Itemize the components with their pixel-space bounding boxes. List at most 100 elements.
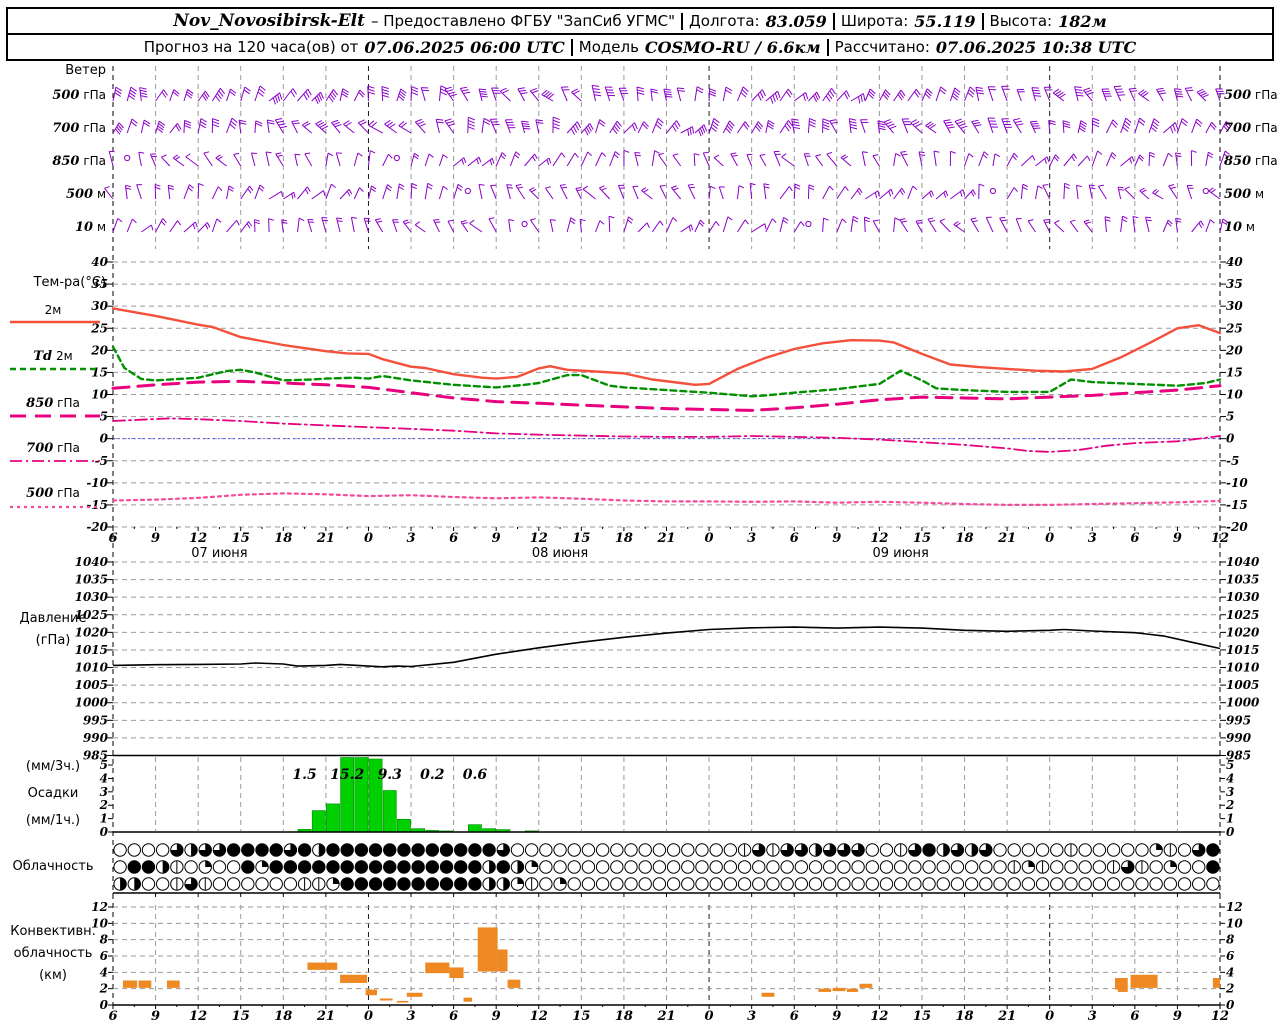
separator <box>832 12 835 30</box>
svg-text:990: 990 <box>1226 731 1252 745</box>
separator <box>570 38 573 56</box>
svg-text:6: 6 <box>449 1009 458 1024</box>
svg-text:21: 21 <box>316 1009 335 1024</box>
svg-text:21: 21 <box>656 531 675 546</box>
svg-text:9: 9 <box>1173 1009 1182 1024</box>
svg-text:12: 12 <box>870 1009 888 1024</box>
svg-text:0: 0 <box>1045 1009 1054 1024</box>
svg-text:5: 5 <box>1226 758 1234 772</box>
calculated-time: 07.06.2025 10:38 UTC <box>935 37 1137 57</box>
svg-text:15.2: 15.2 <box>330 767 364 783</box>
svg-text:1040: 1040 <box>75 555 109 569</box>
svg-text:18: 18 <box>615 1009 633 1024</box>
svg-text:3: 3 <box>1226 785 1234 799</box>
header-row-1: Nov_Novosibirsk-Elt – Предоставлено ФГБУ… <box>8 9 1272 33</box>
pressure-unit-label: (гПа) <box>35 633 71 648</box>
svg-text:1.5: 1.5 <box>292 767 316 783</box>
svg-text:9: 9 <box>151 1009 160 1024</box>
model-resolution: / 6.6км <box>755 37 821 57</box>
svg-text:30: 30 <box>1226 299 1243 313</box>
svg-text:8: 8 <box>1226 933 1235 947</box>
svg-text:25: 25 <box>90 321 108 335</box>
precip-3h-label: (мм/3ч.) <box>25 759 81 774</box>
calculated-label: Рассчитано: <box>834 38 930 56</box>
svg-text:0: 0 <box>364 531 373 546</box>
svg-text:12: 12 <box>91 900 108 914</box>
svg-text:-5: -5 <box>1226 454 1239 468</box>
wind-panel-label: Ветер <box>65 63 106 78</box>
svg-text:-20: -20 <box>1226 520 1248 534</box>
svg-text:1005: 1005 <box>1226 678 1259 692</box>
svg-text:20: 20 <box>1225 343 1243 357</box>
separator <box>826 38 829 56</box>
svg-text:1030: 1030 <box>75 590 109 604</box>
meteogram-svg: -20 -20-15 -15-10 -10-5 -50 05 510 1015 1520 2025… <box>10 66 1260 1024</box>
svg-text:12: 12 <box>530 1009 548 1024</box>
wind-level-500hpa-left: 500 гПа <box>52 88 106 103</box>
svg-text:1025: 1025 <box>1226 608 1259 622</box>
svg-text:12: 12 <box>1211 531 1229 546</box>
svg-text:40: 40 <box>1226 255 1243 269</box>
svg-text:0: 0 <box>1226 825 1235 839</box>
svg-text:1: 1 <box>1226 812 1234 826</box>
svg-text:5: 5 <box>1226 410 1234 424</box>
svg-text:6: 6 <box>449 531 458 546</box>
model-label: Модель <box>578 38 639 56</box>
svg-text:12: 12 <box>870 531 888 546</box>
wind-level-10m-right: 10 м <box>1224 220 1255 235</box>
svg-text:18: 18 <box>955 1009 973 1024</box>
svg-text:15: 15 <box>91 365 108 379</box>
forecast-label: Прогноз на 120 часа(ов) от <box>143 38 359 56</box>
svg-text:12: 12 <box>530 531 548 546</box>
svg-text:15: 15 <box>232 1009 250 1024</box>
legend-t850: 850 гПа <box>26 396 80 411</box>
svg-text:9.3: 9.3 <box>378 767 403 783</box>
svg-text:18: 18 <box>274 1009 292 1024</box>
svg-text:25: 25 <box>1225 321 1243 335</box>
svg-text:3: 3 <box>1088 531 1097 546</box>
svg-text:1015: 1015 <box>1226 643 1259 657</box>
svg-text:15: 15 <box>572 531 590 546</box>
svg-text:2: 2 <box>1225 798 1234 812</box>
svg-text:9: 9 <box>492 531 501 546</box>
svg-text:995: 995 <box>83 713 108 727</box>
svg-text:15: 15 <box>1226 365 1243 379</box>
separator <box>681 12 684 30</box>
svg-text:0: 0 <box>1045 531 1054 546</box>
svg-text:18: 18 <box>955 531 973 546</box>
svg-text:995: 995 <box>1226 713 1251 727</box>
svg-text:21: 21 <box>997 531 1016 546</box>
svg-text:3: 3 <box>1088 1009 1097 1024</box>
svg-text:1000: 1000 <box>75 696 109 710</box>
pressure-panel-label: Давление <box>19 611 87 626</box>
wind-level-500hpa-right: 500 гПа <box>1224 88 1278 103</box>
longitude-value: 83.059 <box>765 11 827 31</box>
station-name: Nov_Novosibirsk-Elt <box>173 11 365 31</box>
wind-level-700hpa-right: 700 гПа <box>1224 121 1278 136</box>
svg-text:12: 12 <box>1211 1009 1229 1024</box>
svg-text:5: 5 <box>100 410 108 424</box>
svg-text:3: 3 <box>747 1009 756 1024</box>
svg-text:1005: 1005 <box>75 678 108 692</box>
wind-level-500m-right: 500 м <box>1224 187 1265 202</box>
separator <box>981 12 984 30</box>
svg-text:15: 15 <box>572 1009 590 1024</box>
svg-text:6: 6 <box>1226 949 1235 963</box>
convective-label-3: (км) <box>39 968 67 983</box>
longitude-label: Долгота: <box>689 12 760 30</box>
cloudiness-panel-label: Облачность <box>12 859 94 874</box>
altitude-value: 182м <box>1058 11 1107 31</box>
svg-text:2: 2 <box>99 982 108 996</box>
svg-text:6: 6 <box>108 1009 117 1024</box>
legend-t700: 700 гПа <box>26 441 80 456</box>
svg-text:3: 3 <box>407 531 416 546</box>
svg-text:12: 12 <box>189 1009 207 1024</box>
svg-text:15: 15 <box>913 1009 931 1024</box>
svg-text:0: 0 <box>364 1009 373 1024</box>
header-box: Nov_Novosibirsk-Elt – Предоставлено ФГБУ… <box>6 7 1274 61</box>
svg-text:1040: 1040 <box>1226 555 1260 569</box>
provider-text: – Предоставлено ФГБУ "ЗапСиб УГМС" <box>370 12 676 30</box>
svg-text:1020: 1020 <box>1226 625 1260 639</box>
svg-text:3: 3 <box>747 531 756 546</box>
svg-text:-15: -15 <box>1226 498 1248 512</box>
